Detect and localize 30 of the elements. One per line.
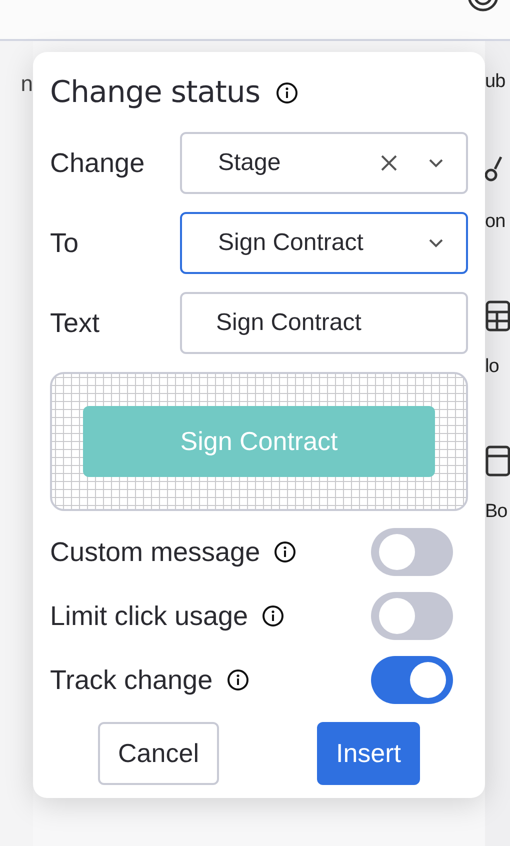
field-label: Change	[50, 148, 146, 178]
text-field[interactable]: Sign Contract	[180, 292, 468, 354]
tool-label[interactable]: on	[485, 209, 510, 235]
toggle-label: Custom message	[50, 536, 260, 568]
insert-button[interactable]: Insert	[317, 722, 420, 785]
toggle-label: Track change	[50, 664, 213, 696]
dialog-title: Change status	[50, 74, 260, 110]
select-field[interactable]: Sign Contract	[180, 212, 468, 274]
layout-icon	[485, 445, 510, 477]
toggle-switch[interactable]	[371, 656, 453, 704]
chevron-down-icon	[428, 238, 444, 248]
clear-icon	[380, 154, 398, 172]
tool-label[interactable]: ub	[485, 69, 510, 95]
table-icon	[485, 300, 510, 332]
info-icon	[226, 669, 249, 691]
toggle-label: Limit click usage	[50, 600, 248, 632]
field-label: To	[50, 228, 80, 258]
target-icon[interactable]	[466, 0, 500, 14]
info-icon	[262, 605, 284, 627]
chevron-down-icon	[428, 158, 444, 168]
toggle-switch[interactable]	[371, 592, 453, 640]
select-field[interactable]: Stage	[180, 132, 468, 194]
cancel-button[interactable]: Cancel	[98, 722, 219, 785]
tool-label[interactable]: lo	[485, 354, 510, 380]
field-label: Text	[50, 308, 101, 338]
toggle-switch[interactable]	[371, 528, 453, 576]
info-icon	[274, 541, 296, 563]
tab-label[interactable]: n	[0, 71, 33, 97]
tool-label[interactable]: Bo	[485, 499, 510, 525]
info-icon	[276, 82, 298, 104]
